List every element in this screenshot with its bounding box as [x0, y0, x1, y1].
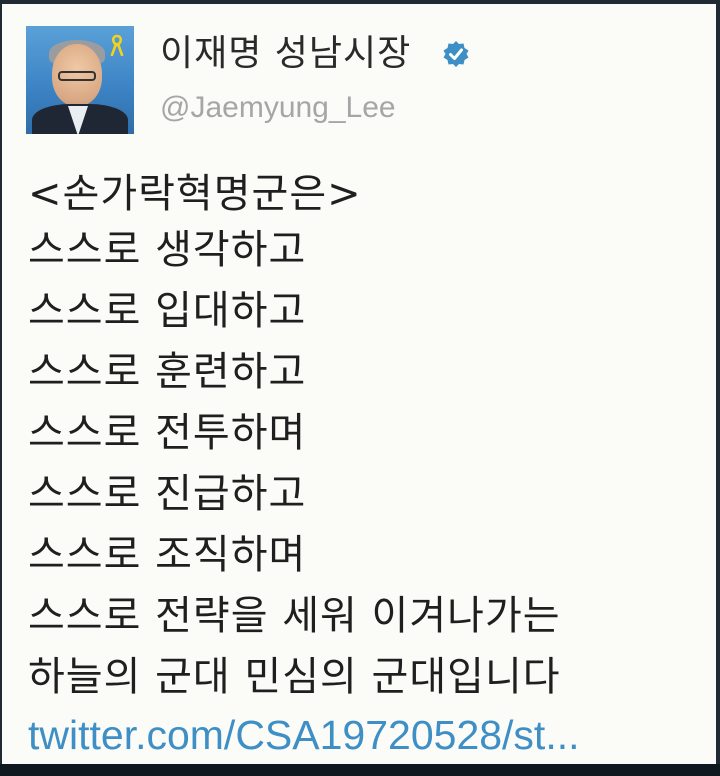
tweet-text-line: 하늘의 군대 민심의 군대입니다	[28, 654, 561, 700]
yellow-ribbon-icon	[110, 34, 124, 56]
account-name[interactable]: 이재명 성남시장	[160, 34, 411, 74]
verified-badge-icon	[443, 41, 469, 67]
tweet-text-line: 스스로 전략을 세워 이겨나가는	[28, 593, 561, 639]
account-handle[interactable]: @Jaemyung_Lee	[160, 90, 396, 126]
tweet-text-line: 스스로 생각하고	[28, 227, 307, 273]
tweet-card: 이재명 성남시장 @Jaemyung_Lee <손가락혁명군은> 스스로 생각하…	[2, 4, 716, 764]
tweet-text-line: 스스로 조직하며	[28, 532, 307, 578]
bottom-edge	[0, 764, 720, 776]
tweet-text-line: 스스로 전투하며	[28, 410, 307, 456]
avatar-glasses	[58, 71, 96, 81]
avatar[interactable]	[26, 26, 134, 134]
tweet-text-line: 스스로 입대하고	[28, 288, 307, 334]
tweet-text-line: 스스로 진급하고	[28, 471, 307, 517]
tweet-text-line: <손가락혁명군은>	[28, 171, 362, 217]
tweet-text-line: 스스로 훈련하고	[28, 349, 307, 395]
tweet-link[interactable]: twitter.com/CSA19720528/st...	[28, 712, 580, 758]
